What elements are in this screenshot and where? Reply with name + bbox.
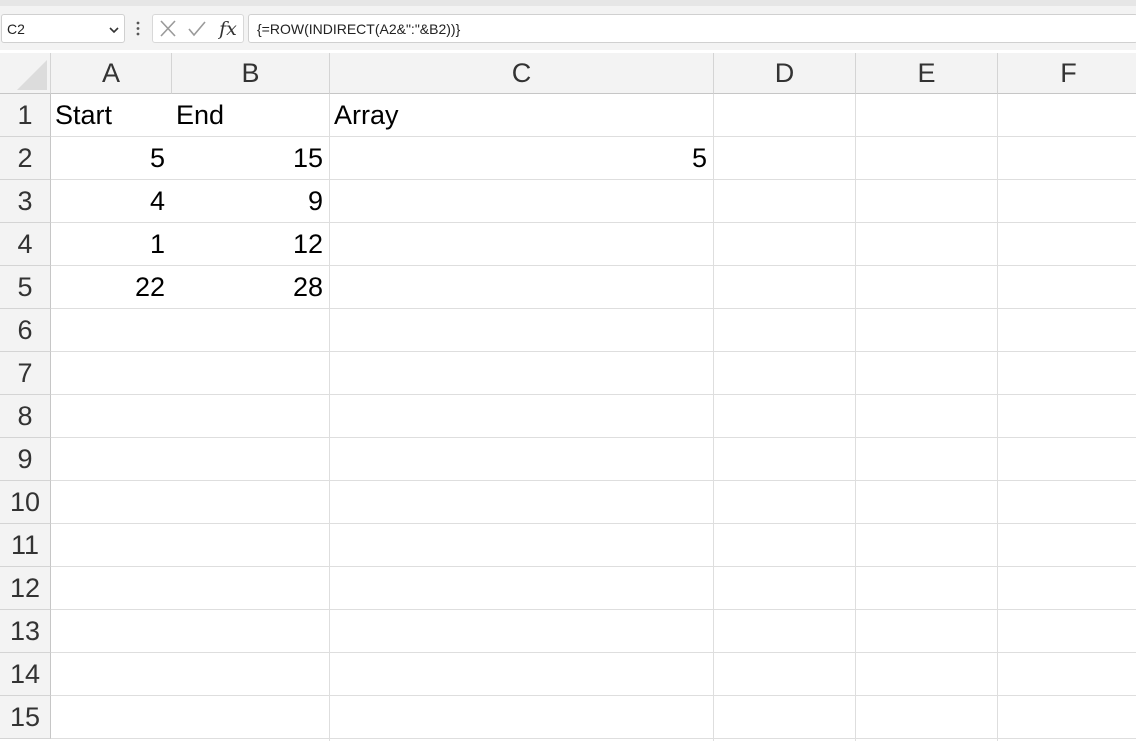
chevron-down-icon[interactable] <box>106 22 122 38</box>
gridline <box>51 566 1136 567</box>
gridline <box>51 437 1136 438</box>
row-header-10[interactable]: 10 <box>0 481 51 524</box>
cell-a3[interactable]: 4 <box>51 180 171 223</box>
gridline <box>51 609 1136 610</box>
cell-a5[interactable]: 22 <box>51 266 171 309</box>
gridline <box>713 94 714 741</box>
cell-b4[interactable]: 12 <box>172 223 329 266</box>
gridline <box>51 351 1136 352</box>
row-header-9[interactable]: 9 <box>0 438 51 481</box>
formula-bar-area: C2 fx {=ROW(INDIRECT(A2&":"&B2))} <box>0 0 1136 50</box>
checkmark-icon[interactable] <box>186 19 208 39</box>
cell-b2[interactable]: 15 <box>172 137 329 180</box>
more-options-icon[interactable] <box>133 14 143 43</box>
name-box-value: C2 <box>7 21 25 37</box>
column-header-b[interactable]: B <box>172 53 330 94</box>
row-header-8[interactable]: 8 <box>0 395 51 438</box>
column-header-c[interactable]: C <box>330 53 714 94</box>
cell-a2[interactable]: 5 <box>51 137 171 180</box>
row-header-13[interactable]: 13 <box>0 610 51 653</box>
insert-function-button[interactable]: fx <box>215 16 241 42</box>
cell-b3[interactable]: 9 <box>172 180 329 223</box>
row-header-1[interactable]: 1 <box>0 94 51 137</box>
select-all-button[interactable] <box>0 53 51 94</box>
formula-input[interactable]: {=ROW(INDIRECT(A2&":"&B2))} <box>248 14 1136 43</box>
row-header-2[interactable]: 2 <box>0 137 51 180</box>
row-header-11[interactable]: 11 <box>0 524 51 567</box>
gridline <box>997 94 998 741</box>
gridline <box>51 652 1136 653</box>
spreadsheet-grid: A B C D E F 1 2 3 4 5 6 7 8 9 10 11 12 13 14 15 Start End Array… <box>0 53 1136 741</box>
row-header-7[interactable]: 7 <box>0 352 51 395</box>
column-header-f[interactable]: F <box>998 53 1136 94</box>
cell-a4[interactable]: 1 <box>51 223 171 266</box>
cell-b1[interactable]: End <box>172 94 329 137</box>
cell-a1[interactable]: Start <box>51 94 171 137</box>
column-header-e[interactable]: E <box>856 53 998 94</box>
cell-c2[interactable]: 5 <box>330 137 713 180</box>
cell-c1[interactable]: Array <box>330 94 713 137</box>
column-header-d[interactable]: D <box>714 53 856 94</box>
gridline <box>51 394 1136 395</box>
cell-b5[interactable]: 28 <box>172 266 329 309</box>
formula-buttons: fx <box>152 14 244 43</box>
row-header-4[interactable]: 4 <box>0 223 51 266</box>
gridline <box>51 738 1136 739</box>
row-header-12[interactable]: 12 <box>0 567 51 610</box>
name-box[interactable]: C2 <box>1 14 125 43</box>
ribbon-edge <box>0 0 1136 6</box>
row-header-15[interactable]: 15 <box>0 696 51 739</box>
column-header-a[interactable]: A <box>51 53 172 94</box>
gridline <box>329 94 330 741</box>
gridline <box>51 480 1136 481</box>
gridline <box>51 523 1136 524</box>
formula-text: {=ROW(INDIRECT(A2&":"&B2))} <box>257 21 461 37</box>
cancel-icon[interactable] <box>157 19 179 39</box>
gridline <box>855 94 856 741</box>
row-header-14[interactable]: 14 <box>0 653 51 696</box>
row-header-6[interactable]: 6 <box>0 309 51 352</box>
gridline <box>51 695 1136 696</box>
row-header-3[interactable]: 3 <box>0 180 51 223</box>
row-header-5[interactable]: 5 <box>0 266 51 309</box>
